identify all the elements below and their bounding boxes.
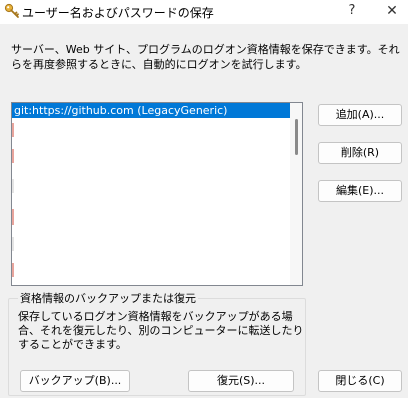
backup-group-legend: 資格情報のバックアップまたは復元 xyxy=(18,292,198,305)
close-button[interactable]: 閉じる(C) xyxy=(318,370,402,392)
add-button[interactable]: 追加(A)... xyxy=(318,104,402,126)
edit-button[interactable]: 編集(E)... xyxy=(318,180,402,202)
credential-dialog: ユーザー名およびパスワードの保存 ? ✕ サーバー、Web サイト、プログラムの… xyxy=(0,0,408,398)
dialog-description: サーバー、Web サイト、プログラムのログオン資格情報を保存できます。それらを再… xyxy=(11,43,400,71)
credential-list[interactable]: git:https://github.com (LegacyGeneric) xyxy=(11,102,303,286)
remove-button[interactable]: 削除(R) xyxy=(318,142,402,164)
backup-button[interactable]: バックアップ(B)... xyxy=(20,370,130,392)
list-scrollbar[interactable] xyxy=(290,103,302,285)
list-render-artifact xyxy=(12,123,14,277)
close-window-button[interactable]: ✕ xyxy=(376,0,408,24)
scrollbar-thumb[interactable] xyxy=(295,119,298,155)
restore-button[interactable]: 復元(S)... xyxy=(188,370,294,392)
title-bar[interactable]: ユーザー名およびパスワードの保存 ? ✕ xyxy=(0,0,408,24)
help-button[interactable]: ? xyxy=(340,0,364,24)
backup-group-description: 保存しているログオン資格情報をバックアップがある場合、それを復元したり、別のコン… xyxy=(18,310,304,351)
list-item[interactable]: git:https://github.com (LegacyGeneric) xyxy=(12,103,290,118)
key-icon xyxy=(4,3,20,19)
window-title: ユーザー名およびパスワードの保存 xyxy=(22,6,214,20)
